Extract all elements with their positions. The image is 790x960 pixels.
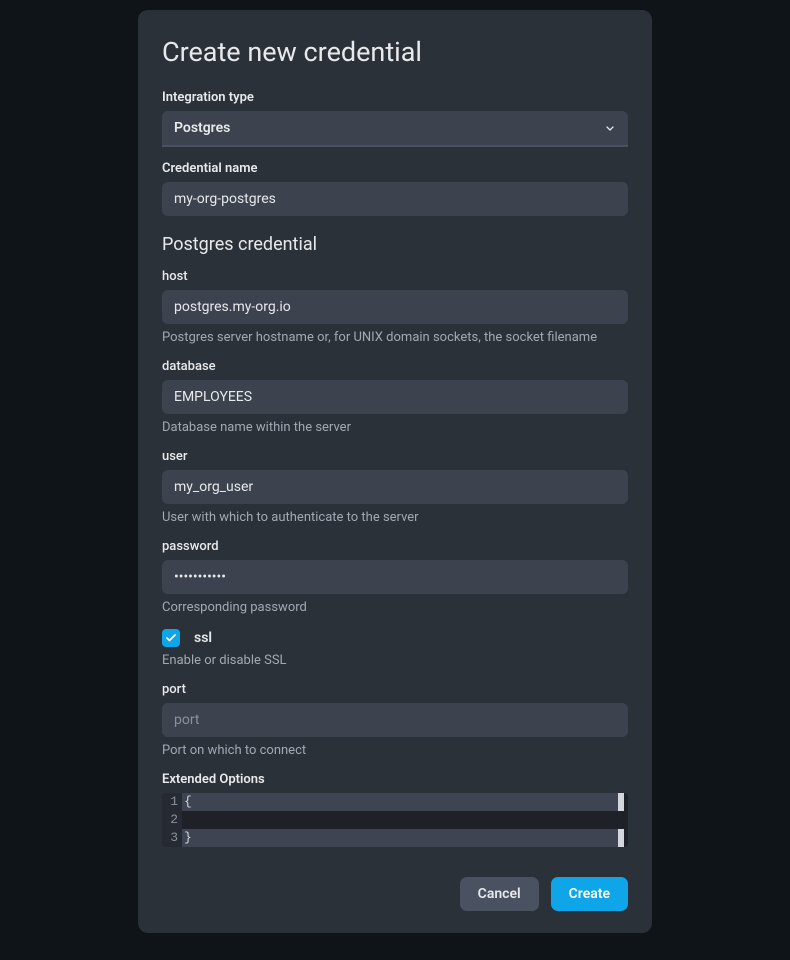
user-help: User with which to authenticate to the s… — [162, 510, 628, 525]
line-highlight — [182, 793, 618, 811]
credential-name-input[interactable] — [162, 182, 628, 216]
code-text: } — [184, 830, 192, 845]
gutter-number: 1 — [162, 793, 182, 811]
extended-options-label: Extended Options — [162, 772, 628, 787]
database-help: Database name within the server — [162, 420, 628, 435]
user-field: user User with which to authenticate to … — [162, 449, 628, 525]
port-input[interactable] — [162, 703, 628, 737]
code-content: } — [182, 829, 628, 847]
user-input[interactable] — [162, 470, 628, 504]
modal-title: Create new credential — [162, 36, 628, 68]
host-label: host — [162, 269, 628, 284]
ssl-field: ssl Enable or disable SSL — [162, 629, 628, 668]
gutter-number: 3 — [162, 829, 182, 847]
check-icon — [165, 632, 177, 644]
host-help: Postgres server hostname or, for UNIX do… — [162, 330, 628, 345]
code-line: 3 } — [162, 829, 628, 847]
port-label: port — [162, 682, 628, 697]
integration-type-select[interactable]: Postgres — [162, 111, 628, 147]
code-content: { — [182, 793, 628, 811]
create-button[interactable]: Create — [551, 877, 628, 911]
password-input[interactable] — [162, 560, 628, 594]
host-input[interactable] — [162, 290, 628, 324]
extended-options-field: Extended Options 1 { 2 3 } — [162, 772, 628, 847]
database-label: database — [162, 359, 628, 374]
host-field: host Postgres server hostname or, for UN… — [162, 269, 628, 345]
integration-type-label: Integration type — [162, 90, 628, 105]
ssl-checkbox[interactable] — [162, 629, 180, 647]
line-highlight — [182, 829, 618, 847]
code-line: 2 — [162, 811, 628, 829]
password-help: Corresponding password — [162, 600, 628, 615]
gutter-number: 2 — [162, 811, 182, 829]
port-help: Port on which to connect — [162, 743, 628, 758]
integration-type-field: Integration type Postgres — [162, 90, 628, 147]
code-line: 1 { — [162, 793, 628, 811]
port-field: port Port on which to connect — [162, 682, 628, 758]
section-title: Postgres credential — [162, 234, 628, 255]
user-label: user — [162, 449, 628, 464]
password-label: password — [162, 539, 628, 554]
modal-footer: Cancel Create — [162, 877, 628, 911]
ssl-row: ssl — [162, 629, 628, 647]
cursor-mark — [618, 793, 624, 811]
credential-name-label: Credential name — [162, 161, 628, 176]
database-field: database Database name within the server — [162, 359, 628, 435]
code-text: { — [184, 794, 192, 809]
cursor-mark — [618, 829, 624, 847]
credential-name-field: Credential name — [162, 161, 628, 216]
code-content — [182, 811, 628, 829]
extended-options-editor[interactable]: 1 { 2 3 } — [162, 793, 628, 847]
integration-type-select-wrap: Postgres — [162, 111, 628, 147]
ssl-label: ssl — [194, 630, 212, 646]
create-credential-modal: Create new credential Integration type P… — [138, 10, 652, 933]
cancel-button[interactable]: Cancel — [460, 877, 539, 911]
database-input[interactable] — [162, 380, 628, 414]
ssl-help: Enable or disable SSL — [162, 653, 628, 668]
password-field: password Corresponding password — [162, 539, 628, 615]
